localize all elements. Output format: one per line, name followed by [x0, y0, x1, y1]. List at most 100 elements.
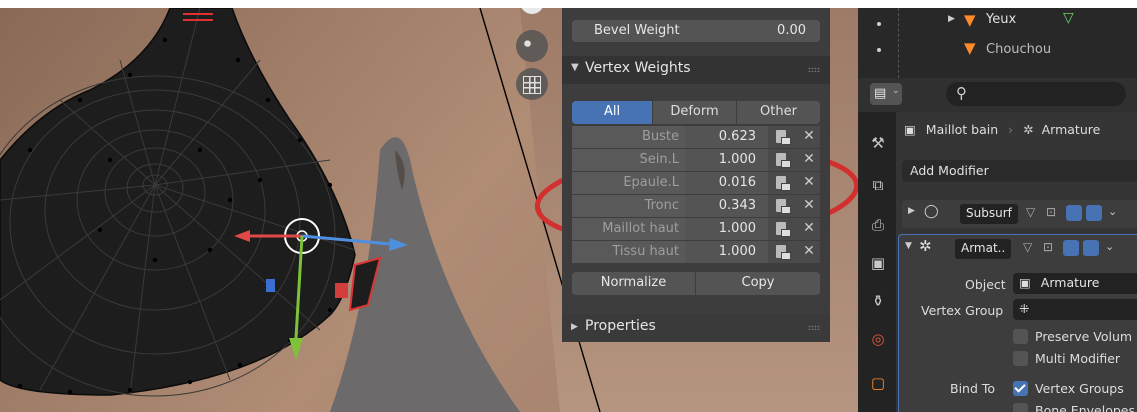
properties-header[interactable]: ▶ Properties: [562, 314, 830, 342]
vertex-group-name[interactable]: Epaule.L: [572, 172, 685, 194]
outliner-item-chouchou[interactable]: Chouchou: [986, 42, 1051, 57]
armature-name-field[interactable]: Armat..: [955, 239, 1012, 259]
bevel-weight-label: Bevel Weight: [594, 23, 680, 38]
paste-weight-button[interactable]: [768, 241, 798, 263]
vertex-group-label: Vertex Group: [921, 303, 1004, 318]
bone-envelopes-label: Bone Envelopes: [1035, 403, 1135, 412]
close-icon: ✕: [803, 243, 815, 259]
properties-header-bar: ▤ ⌄ ⚲: [858, 78, 1137, 112]
search-input[interactable]: ⚲: [946, 82, 1126, 106]
paste-weight-button[interactable]: [768, 149, 798, 171]
preserve-volume-checkbox[interactable]: [1013, 329, 1028, 344]
vertex-group-name[interactable]: Tronc: [572, 195, 685, 217]
tab-all[interactable]: All: [572, 101, 652, 124]
tool-icon[interactable]: ⚒: [867, 134, 889, 156]
paste-weight-button[interactable]: [768, 218, 798, 240]
vertex-weights-title: Vertex Weights: [585, 60, 691, 76]
drag-grip-icon[interactable]: [808, 67, 820, 72]
multi-modifier-label: Multi Modifier: [1035, 351, 1121, 366]
grid-icon[interactable]: [523, 76, 541, 94]
viewport-display-icon[interactable]: [1063, 240, 1079, 256]
vertex-group-name[interactable]: Buste: [572, 126, 685, 148]
render-display-icon[interactable]: [1086, 205, 1102, 221]
close-icon: ✕: [803, 151, 815, 167]
vertex-group-weight[interactable]: 0.623: [685, 126, 768, 148]
viewport-display-icon[interactable]: [1066, 205, 1082, 221]
vertex-groups-checkbox[interactable]: [1013, 381, 1028, 396]
bind-to-label: Bind To: [950, 381, 996, 396]
paste-icon: [776, 222, 791, 237]
vertex-group-name[interactable]: Sein.L: [572, 149, 685, 171]
close-icon: ✕: [803, 220, 815, 236]
vertex-group-row: Tissu haut 1.000 ✕: [572, 241, 820, 263]
add-modifier-dropdown[interactable]: Add Modifier: [902, 160, 1137, 182]
visibility-dot-icon[interactable]: [877, 48, 881, 52]
subsurf-name-field[interactable]: Subsurf: [960, 204, 1018, 224]
chevron-down-icon[interactable]: ⌄: [1105, 240, 1114, 253]
breadcrumb-armature[interactable]: Armature: [1042, 122, 1101, 137]
vertex-group-weight[interactable]: 1.000: [685, 149, 768, 171]
edit-mode-icon[interactable]: ▽: [1023, 240, 1039, 256]
object-field[interactable]: ▣ Armature: [1013, 273, 1137, 294]
output-icon[interactable]: ⎙: [867, 216, 889, 238]
properties-title: Properties: [585, 318, 656, 334]
vertex-group-weight[interactable]: 0.343: [685, 195, 768, 217]
vertex-weights-tabs: All Deform Other: [572, 101, 820, 124]
vertex-group-icon: ▽: [1063, 10, 1074, 26]
breadcrumb-object[interactable]: Maillot bain: [926, 122, 998, 137]
tab-deform[interactable]: Deform: [652, 101, 736, 124]
vertex-group-name[interactable]: Maillot haut: [572, 218, 685, 240]
vertex-group-row: Sein.L 1.000 ✕: [572, 149, 820, 171]
delete-weight-button[interactable]: ✕: [798, 241, 820, 263]
vertex-group-row: Epaule.L 0.016 ✕: [572, 172, 820, 194]
cage-icon[interactable]: ⊡: [1046, 205, 1062, 221]
delete-weight-button[interactable]: ✕: [798, 218, 820, 240]
expand-arrow-icon[interactable]: ▶: [948, 14, 955, 24]
armature-modifier-box: ▼ ✲ Armat.. ▽ ⊡ ⌄ Object ▣ Armature Vert…: [898, 234, 1137, 412]
paste-icon: [776, 245, 791, 260]
editor-type-button[interactable]: ▤ ⌄: [870, 83, 902, 105]
collapse-arrow-icon[interactable]: ▼: [905, 241, 912, 251]
render-display-icon[interactable]: [1083, 240, 1099, 256]
world-icon[interactable]: ◎: [867, 330, 889, 352]
copy-button[interactable]: Copy: [696, 272, 820, 295]
vertex-group-weight[interactable]: 0.016: [685, 172, 768, 194]
collapsed-triangle-icon: ▶: [571, 322, 578, 332]
edit-mode-icon[interactable]: ▽: [1026, 205, 1042, 221]
vertex-group-row: Tronc 0.343 ✕: [572, 195, 820, 217]
delete-weight-button[interactable]: ✕: [798, 172, 820, 194]
paste-weight-button[interactable]: [768, 195, 798, 217]
render-icon[interactable]: ⧉: [867, 176, 889, 198]
bone-envelopes-checkbox[interactable]: [1013, 403, 1028, 412]
vertex-group-weight[interactable]: 1.000: [685, 241, 768, 263]
paste-weight-button[interactable]: [768, 172, 798, 194]
bevel-weight-field[interactable]: Bevel Weight 0.00: [572, 20, 820, 42]
paste-icon: [776, 199, 791, 214]
mesh-data-icon: ▼: [964, 39, 976, 57]
outliner-item-yeux[interactable]: Yeux: [986, 12, 1016, 27]
drag-grip-icon[interactable]: [808, 325, 820, 330]
paste-weight-button[interactable]: [768, 126, 798, 148]
preserve-volume-label: Preserve Volum: [1035, 329, 1133, 344]
delete-weight-button[interactable]: ✕: [798, 149, 820, 171]
vertex-group-field[interactable]: ⁜: [1013, 299, 1137, 320]
camera-icon[interactable]: ⏺: [524, 36, 540, 52]
cage-icon[interactable]: ⊡: [1043, 240, 1059, 256]
scene-icon[interactable]: ⚱: [867, 292, 889, 314]
expand-arrow-icon[interactable]: ▶: [908, 206, 915, 216]
normalize-button[interactable]: Normalize: [572, 272, 695, 295]
chevron-down-icon[interactable]: ⌄: [1108, 205, 1117, 218]
object-icon[interactable]: ▢: [867, 374, 889, 396]
multi-modifier-checkbox[interactable]: [1013, 351, 1028, 366]
vertex-group-name[interactable]: Tissu haut: [572, 241, 685, 263]
view-layer-icon[interactable]: ▣: [867, 254, 889, 276]
vertex-group-weight[interactable]: 1.000: [685, 218, 768, 240]
subsurf-modifier-header[interactable]: ▶ ◯ Subsurf ▽ ⊡ ⌄: [902, 200, 1137, 228]
vertex-weights-header[interactable]: ▼ Vertex Weights: [562, 56, 830, 84]
vertex-group-row: Maillot haut 1.000 ✕: [572, 218, 820, 240]
armature-object-icon: ▣: [1019, 275, 1031, 290]
delete-weight-button[interactable]: ✕: [798, 126, 820, 148]
tab-other[interactable]: Other: [736, 101, 820, 124]
delete-weight-button[interactable]: ✕: [798, 195, 820, 217]
visibility-dot-icon[interactable]: [877, 22, 881, 26]
